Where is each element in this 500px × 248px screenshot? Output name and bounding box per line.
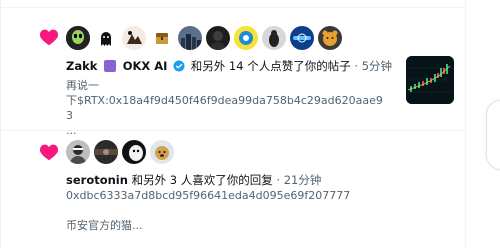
action-text: 和另外 3 人喜欢了你的回复 <box>131 173 273 187</box>
separator: · <box>354 59 359 73</box>
floating-panel-edge[interactable] <box>486 100 500 170</box>
purple-square-icon <box>104 60 117 72</box>
notification-headline: serotonin 和另外 3 人喜欢了你的回复 · 21分钟 <box>66 172 321 188</box>
actor-name[interactable]: serotonin <box>66 173 128 187</box>
verified-badge-icon <box>173 60 185 76</box>
chest-avatar-icon[interactable] <box>150 26 174 50</box>
alien-avatar-icon[interactable] <box>66 26 90 50</box>
bird-avatar-icon[interactable] <box>262 26 286 50</box>
heart-icon <box>38 26 60 48</box>
timestamp[interactable]: 21分钟 <box>284 173 322 187</box>
dark-portrait-avatar-icon[interactable] <box>206 26 230 50</box>
dog-avatar-icon[interactable] <box>150 140 174 164</box>
notification-headline: Zakk OKX AI 和另外 14 个人点赞了你的帖子 · 5分钟 <box>66 58 392 76</box>
actor2-name[interactable]: OKX AI <box>123 59 168 73</box>
heart-icon <box>38 141 60 163</box>
reply-text[interactable]: 0xdbc6333a7d8bcd95f96641eda4d095e69f2077… <box>66 188 386 203</box>
post-text[interactable]: 再说一 下$RTX:0x18a4f9d450f46f9dea99da758b4c… <box>66 78 386 138</box>
reply-text-line2: 币安官方的猫... <box>66 219 143 232</box>
actor-name[interactable]: Zakk <box>66 59 97 73</box>
avatar-row <box>66 140 174 164</box>
notification-like-reply[interactable]: serotonin 和另外 3 人喜欢了你的回复 · 21分钟 0xdbc633… <box>0 131 466 248</box>
chart-thumbnail-image[interactable] <box>406 56 454 104</box>
reply-text-more[interactable]: 币安官方的猫... <box>66 218 386 233</box>
dark-avatar-icon[interactable] <box>94 140 118 164</box>
bear-avatar-icon[interactable] <box>318 26 342 50</box>
action-text: 和另外 14 个人点赞了你的帖子 <box>190 59 351 73</box>
yellow-face-avatar-icon[interactable] <box>234 26 258 50</box>
notifications-page: Zakk OKX AI 和另外 14 个人点赞了你的帖子 · 5分钟 再说一 下… <box>0 0 500 248</box>
ghost-avatar-icon[interactable] <box>94 26 118 50</box>
blue-logo-avatar-icon[interactable] <box>290 26 314 50</box>
monochrome-avatar-icon[interactable] <box>66 140 90 164</box>
separator: · <box>276 173 281 187</box>
avatar-row <box>66 26 342 50</box>
timestamp[interactable]: 5分钟 <box>362 59 392 73</box>
notification-like-post[interactable]: Zakk OKX AI 和另外 14 个人点赞了你的帖子 · 5分钟 再说一 下… <box>0 8 466 137</box>
reply-text-line1: 0xdbc6333a7d8bcd95f96641eda4d095e69f2077… <box>66 189 351 202</box>
post-text-line2: 下$RTX:0x18a4f9d450f46f9dea99da758b4c29ad… <box>66 94 383 122</box>
art-avatar-icon[interactable] <box>122 26 146 50</box>
post-text-line1: 再说一 <box>66 79 99 92</box>
cityscape-avatar-icon[interactable] <box>178 26 202 50</box>
bw-dog-avatar-icon[interactable] <box>122 140 146 164</box>
